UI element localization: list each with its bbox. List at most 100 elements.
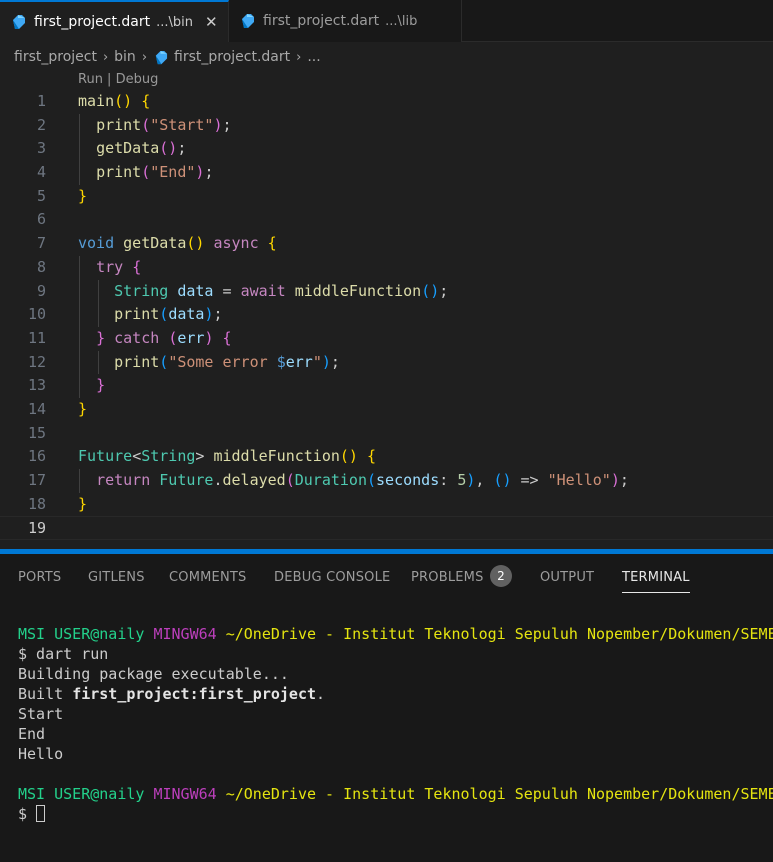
line-number: 17 [27,471,46,489]
terminal-cursor [36,805,46,822]
brace: { [141,92,151,110]
paren: ) [321,352,331,371]
output-line-bold: first_project:first_project [72,685,317,703]
code-line: 4 print("End"); [0,161,773,185]
tab-problems[interactable]: PROBLEMS [411,570,484,585]
line-number: 4 [36,163,46,182]
code-line: 6 [0,208,773,232]
string: "End" [150,163,196,182]
operator: : [439,471,449,489]
operator: => [520,471,539,489]
output-line-pre: Built [18,685,73,703]
type: Future [159,471,214,489]
tab-filename: first_project.dart [263,13,380,29]
code-line: 13 } [0,374,773,398]
tab-gitlens[interactable]: GITLENS [88,570,145,585]
line-number: 8 [36,257,46,276]
code-editor[interactable]: 1 main() { 2 print("Start"); 3 getData();… [0,90,773,541]
terminal-output[interactable]: MSI USER@naily MINGW64 ~/OneDrive - Inst… [18,624,773,824]
code-line: 8 try { [0,255,773,280]
prompt-user: MSI USER@naily [18,785,145,803]
paren: () [421,281,440,300]
line-number: 14 [27,399,46,418]
paren: () [339,447,358,466]
paren: ( [159,305,169,324]
output-line: End [18,725,46,743]
tab-first-project-bin[interactable]: first_project.dart ...\bin ✕ [0,0,229,42]
operator: . [213,471,223,489]
dart-file-icon [13,15,25,29]
tab-debug-console[interactable]: DEBUG CONSOLE [274,570,390,585]
fn-name: middleFunction [294,281,422,300]
string: "Some error [168,352,277,371]
fn-name: getData [96,139,160,158]
semicolon: ; [439,281,449,300]
operator: < [132,447,142,466]
paren: () [114,92,133,110]
operator: > [195,447,205,466]
variable: data [177,281,214,300]
type: String [114,281,169,300]
line-number: 12 [27,352,46,371]
brace: } [78,494,88,513]
code-line: 16 Future<String> middleFunction() { [0,445,773,469]
keyword: catch [114,328,160,347]
keyword: void [78,234,115,253]
type: Future [78,447,133,466]
fn-name: print [96,163,142,182]
chevron-right-icon: › [102,49,109,65]
line-number: 19 [27,519,46,538]
paren: ) [213,115,223,134]
keyword: async [213,234,259,253]
fn-name: print [96,115,142,134]
brace: } [78,399,88,418]
tab-terminal[interactable]: TERMINAL [622,570,690,593]
prompt-path: ~/OneDrive - Institut Teknologi Sepuluh … [225,625,773,643]
close-icon[interactable]: ✕ [205,13,218,31]
brace: { [132,257,142,276]
code-line: 5} [0,185,773,209]
code-line: 3 getData(); [0,137,773,162]
line-number: 18 [27,494,46,513]
paren: () [493,471,512,489]
variable: err [285,352,313,371]
line-number: 11 [27,328,46,347]
operator: = [222,281,232,300]
chevron-right-icon: › [296,49,302,65]
brace: { [367,447,377,466]
tab-comments[interactable]: COMMENTS [169,570,246,585]
line-number: 5 [36,186,46,205]
variable: data [168,305,205,324]
code-line: 12 print("Some error $err"); [0,350,773,375]
code-line: 1 main() { [0,90,773,114]
string: "Hello" [547,471,611,489]
line-number: 15 [27,423,46,442]
type: Duration [294,471,367,489]
tab-dir: ...\bin [156,14,193,30]
tab-output[interactable]: OUTPUT [540,570,594,585]
paren: ) [610,471,620,489]
codelens-run-debug[interactable]: Run | Debug [78,72,158,87]
operator: , [475,471,485,489]
breadcrumb-symbol[interactable]: ... [307,49,320,65]
semicolon: ; [177,139,187,158]
output-line: Start [18,705,64,723]
breadcrumb-project[interactable]: first_project [14,49,97,65]
fn-name: print [114,305,160,324]
breadcrumb-bin[interactable]: bin [114,49,136,65]
bottom-panel: PORTS GITLENS COMMENTS DEBUG CONSOLE PRO… [0,554,773,862]
paren: ( [168,328,178,347]
code-line: 11 } catch (err) { [0,326,773,351]
fn-name: main [78,92,115,110]
brace: } [96,376,106,395]
line-number: 6 [36,210,46,229]
fn-name: middleFunction [213,447,340,466]
tab-ports[interactable]: PORTS [18,570,61,585]
semicolon: ; [330,352,340,371]
paren: () [159,139,178,158]
breadcrumb-file[interactable]: first_project.dart [174,49,290,65]
code-line: 2 print("Start"); [0,113,773,138]
line-number: 16 [27,447,46,466]
tab-first-project-lib[interactable]: first_project.dart ...\lib [229,0,462,42]
keyword: await [240,281,286,300]
